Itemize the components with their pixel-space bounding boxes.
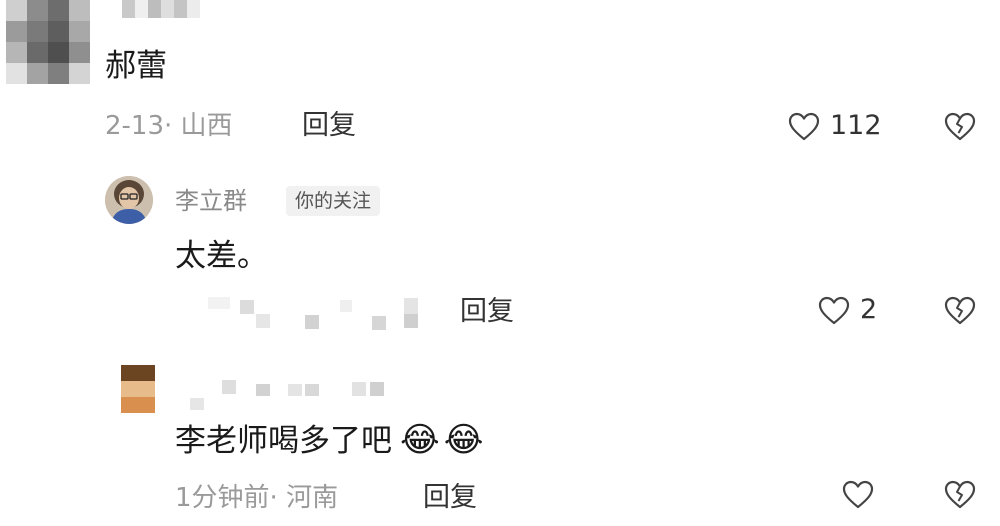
like-button[interactable] [842, 480, 874, 510]
commenter-name[interactable]: 李立群 [175, 186, 247, 216]
avatar-blurred[interactable] [121, 365, 155, 413]
username-blurred [122, 0, 200, 18]
like-button[interactable] [788, 112, 820, 142]
comment-body: 李老师喝多了吧 [175, 423, 392, 459]
meta-separator: · [269, 483, 278, 513]
broken-heart-icon [944, 112, 976, 142]
dislike-button[interactable] [944, 296, 976, 326]
dislike-button[interactable] [944, 480, 976, 510]
avatar-blurred[interactable] [6, 0, 90, 84]
reply-button[interactable]: 回复 [460, 296, 514, 328]
reply-button[interactable]: 回复 [302, 110, 356, 142]
comment-text: 李老师喝多了吧 😂😂 [175, 420, 487, 461]
comment-location: 河南 [286, 483, 339, 513]
heart-outline-icon [788, 112, 820, 142]
like-button[interactable] [818, 296, 850, 326]
tears-of-joy-emoji: 😂😂 [400, 420, 488, 460]
broken-heart-icon [944, 480, 976, 510]
following-badge: 你的关注 [286, 186, 381, 216]
dislike-button[interactable] [944, 112, 976, 142]
comment-location: 山西 [180, 111, 233, 141]
avatar[interactable] [105, 176, 153, 224]
broken-heart-icon [944, 296, 976, 326]
like-count: 2 [860, 294, 878, 325]
comment-meta: 1分钟前· 河南 [175, 482, 338, 514]
comment-meta: 2-13· 山西 [105, 110, 233, 142]
reply-button[interactable]: 回复 [423, 482, 477, 514]
like-count: 112 [830, 110, 882, 141]
comment-date: 2-13 [105, 111, 165, 141]
comment-text: 太差。 [175, 238, 268, 274]
heart-outline-icon [818, 296, 850, 326]
comment-text: 郝蕾 [105, 48, 167, 84]
meta-separator: · [164, 111, 173, 141]
heart-outline-icon [842, 480, 874, 510]
comment-time: 1分钟前 [175, 483, 270, 513]
